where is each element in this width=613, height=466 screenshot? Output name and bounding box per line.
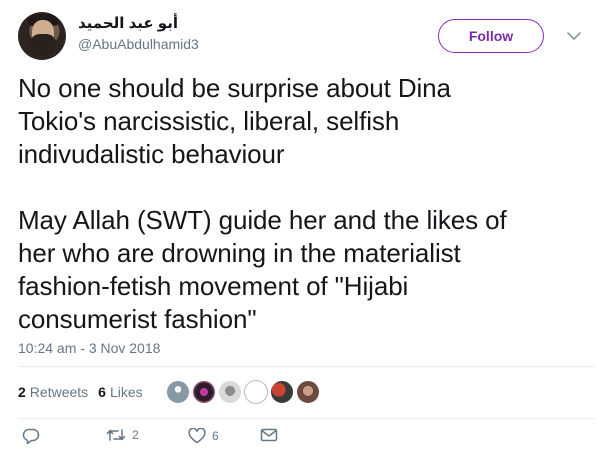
divider — [18, 418, 595, 419]
retweet-count: 2 — [132, 428, 139, 442]
retweets-count: 2 — [18, 384, 26, 400]
liker-avatars — [166, 380, 322, 404]
tweet-stats: 2 Retweets 6 Likes — [18, 384, 153, 400]
liker-avatar[interactable] — [270, 380, 294, 404]
tweet-actions: 2 6 — [18, 428, 318, 450]
liker-avatar[interactable] — [296, 380, 320, 404]
display-name[interactable]: أبو عبد الحميد — [78, 14, 199, 34]
tweet-timestamp[interactable]: 10:24 am - 3 Nov 2018 — [18, 340, 160, 356]
like-count: 6 — [212, 429, 219, 443]
retweet-icon — [106, 428, 126, 442]
envelope-icon — [260, 428, 278, 442]
liker-avatar[interactable] — [218, 380, 242, 404]
retweets-label: Retweets — [29, 384, 89, 400]
avatar[interactable] — [18, 12, 66, 60]
tweet-text: No one should be surprise about Dina Tok… — [18, 73, 507, 334]
tweet-header: أبو عبد الحميد @AbuAbdulhamid3 Follow — [18, 12, 598, 60]
retweet-button[interactable]: 2 — [106, 428, 139, 442]
direct-message-button[interactable] — [260, 428, 278, 442]
like-button[interactable]: 6 — [188, 428, 219, 444]
user-handle[interactable]: @AbuAbdulhamid3 — [78, 34, 199, 54]
reply-icon — [22, 428, 40, 444]
retweets-stat[interactable]: 2 Retweets — [18, 384, 88, 400]
user-names: أبو عبد الحميد @AbuAbdulhamid3 — [78, 14, 199, 54]
heart-icon — [188, 428, 206, 444]
liker-avatar[interactable] — [244, 380, 268, 404]
likes-count: 6 — [98, 384, 106, 400]
divider — [18, 366, 595, 367]
liker-avatar[interactable] — [192, 380, 216, 404]
chevron-down-icon[interactable] — [563, 26, 585, 46]
follow-button[interactable]: Follow — [438, 19, 544, 53]
likes-label: Likes — [109, 384, 143, 400]
reply-button[interactable] — [22, 428, 40, 444]
liker-avatar[interactable] — [166, 380, 190, 404]
likes-stat[interactable]: 6 Likes — [98, 384, 142, 400]
